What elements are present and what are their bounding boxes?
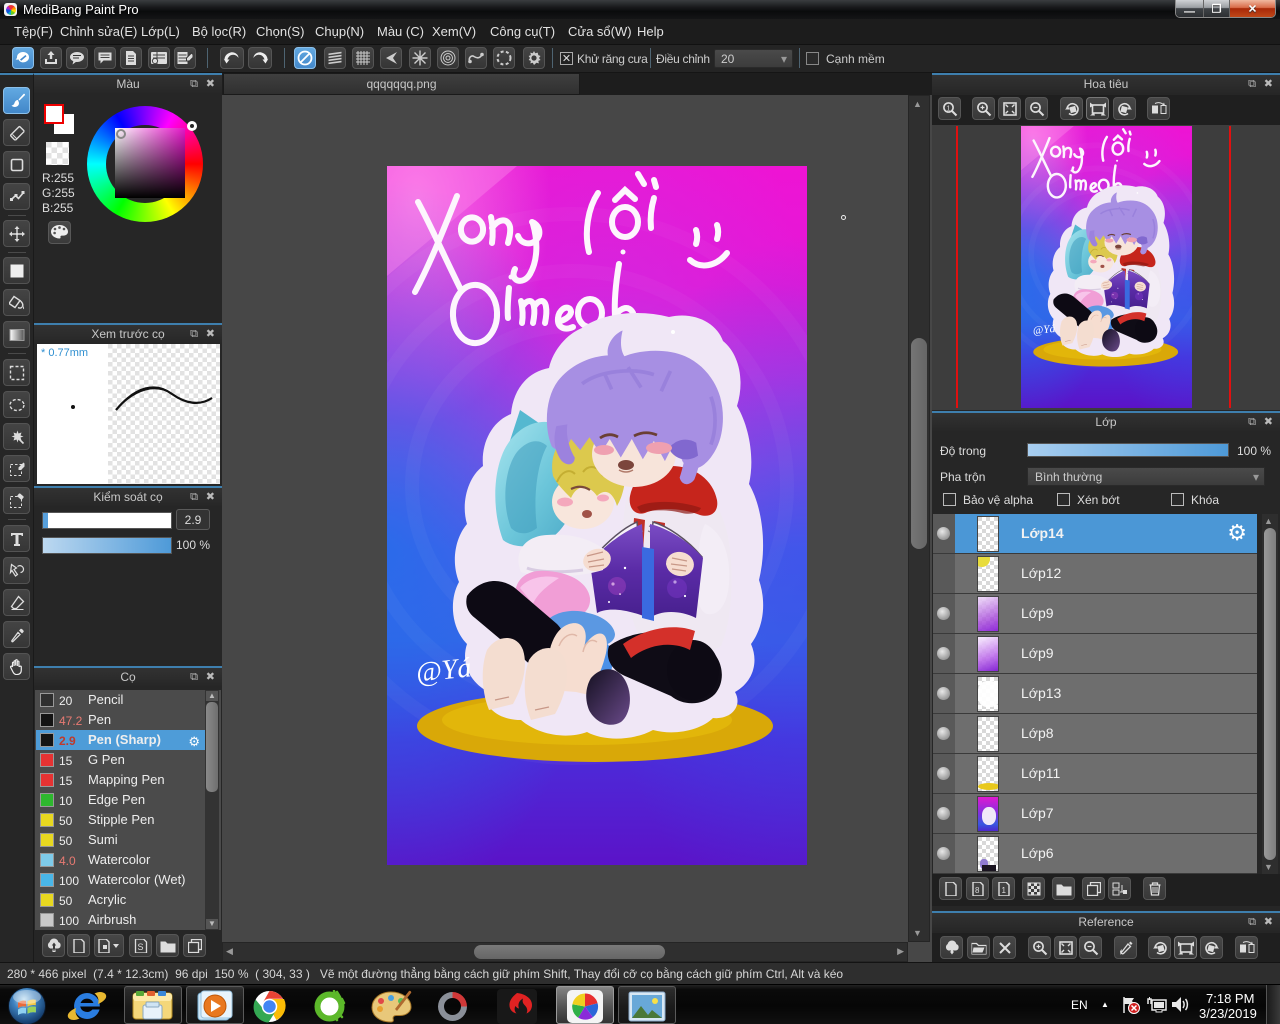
svg-text:1: 1: [946, 105, 950, 112]
svg-text:1: 1: [1001, 886, 1006, 895]
svg-text:8: 8: [975, 886, 980, 895]
svg-text:@Yá: @Yá: [414, 652, 472, 689]
svg-text:S: S: [137, 942, 143, 952]
